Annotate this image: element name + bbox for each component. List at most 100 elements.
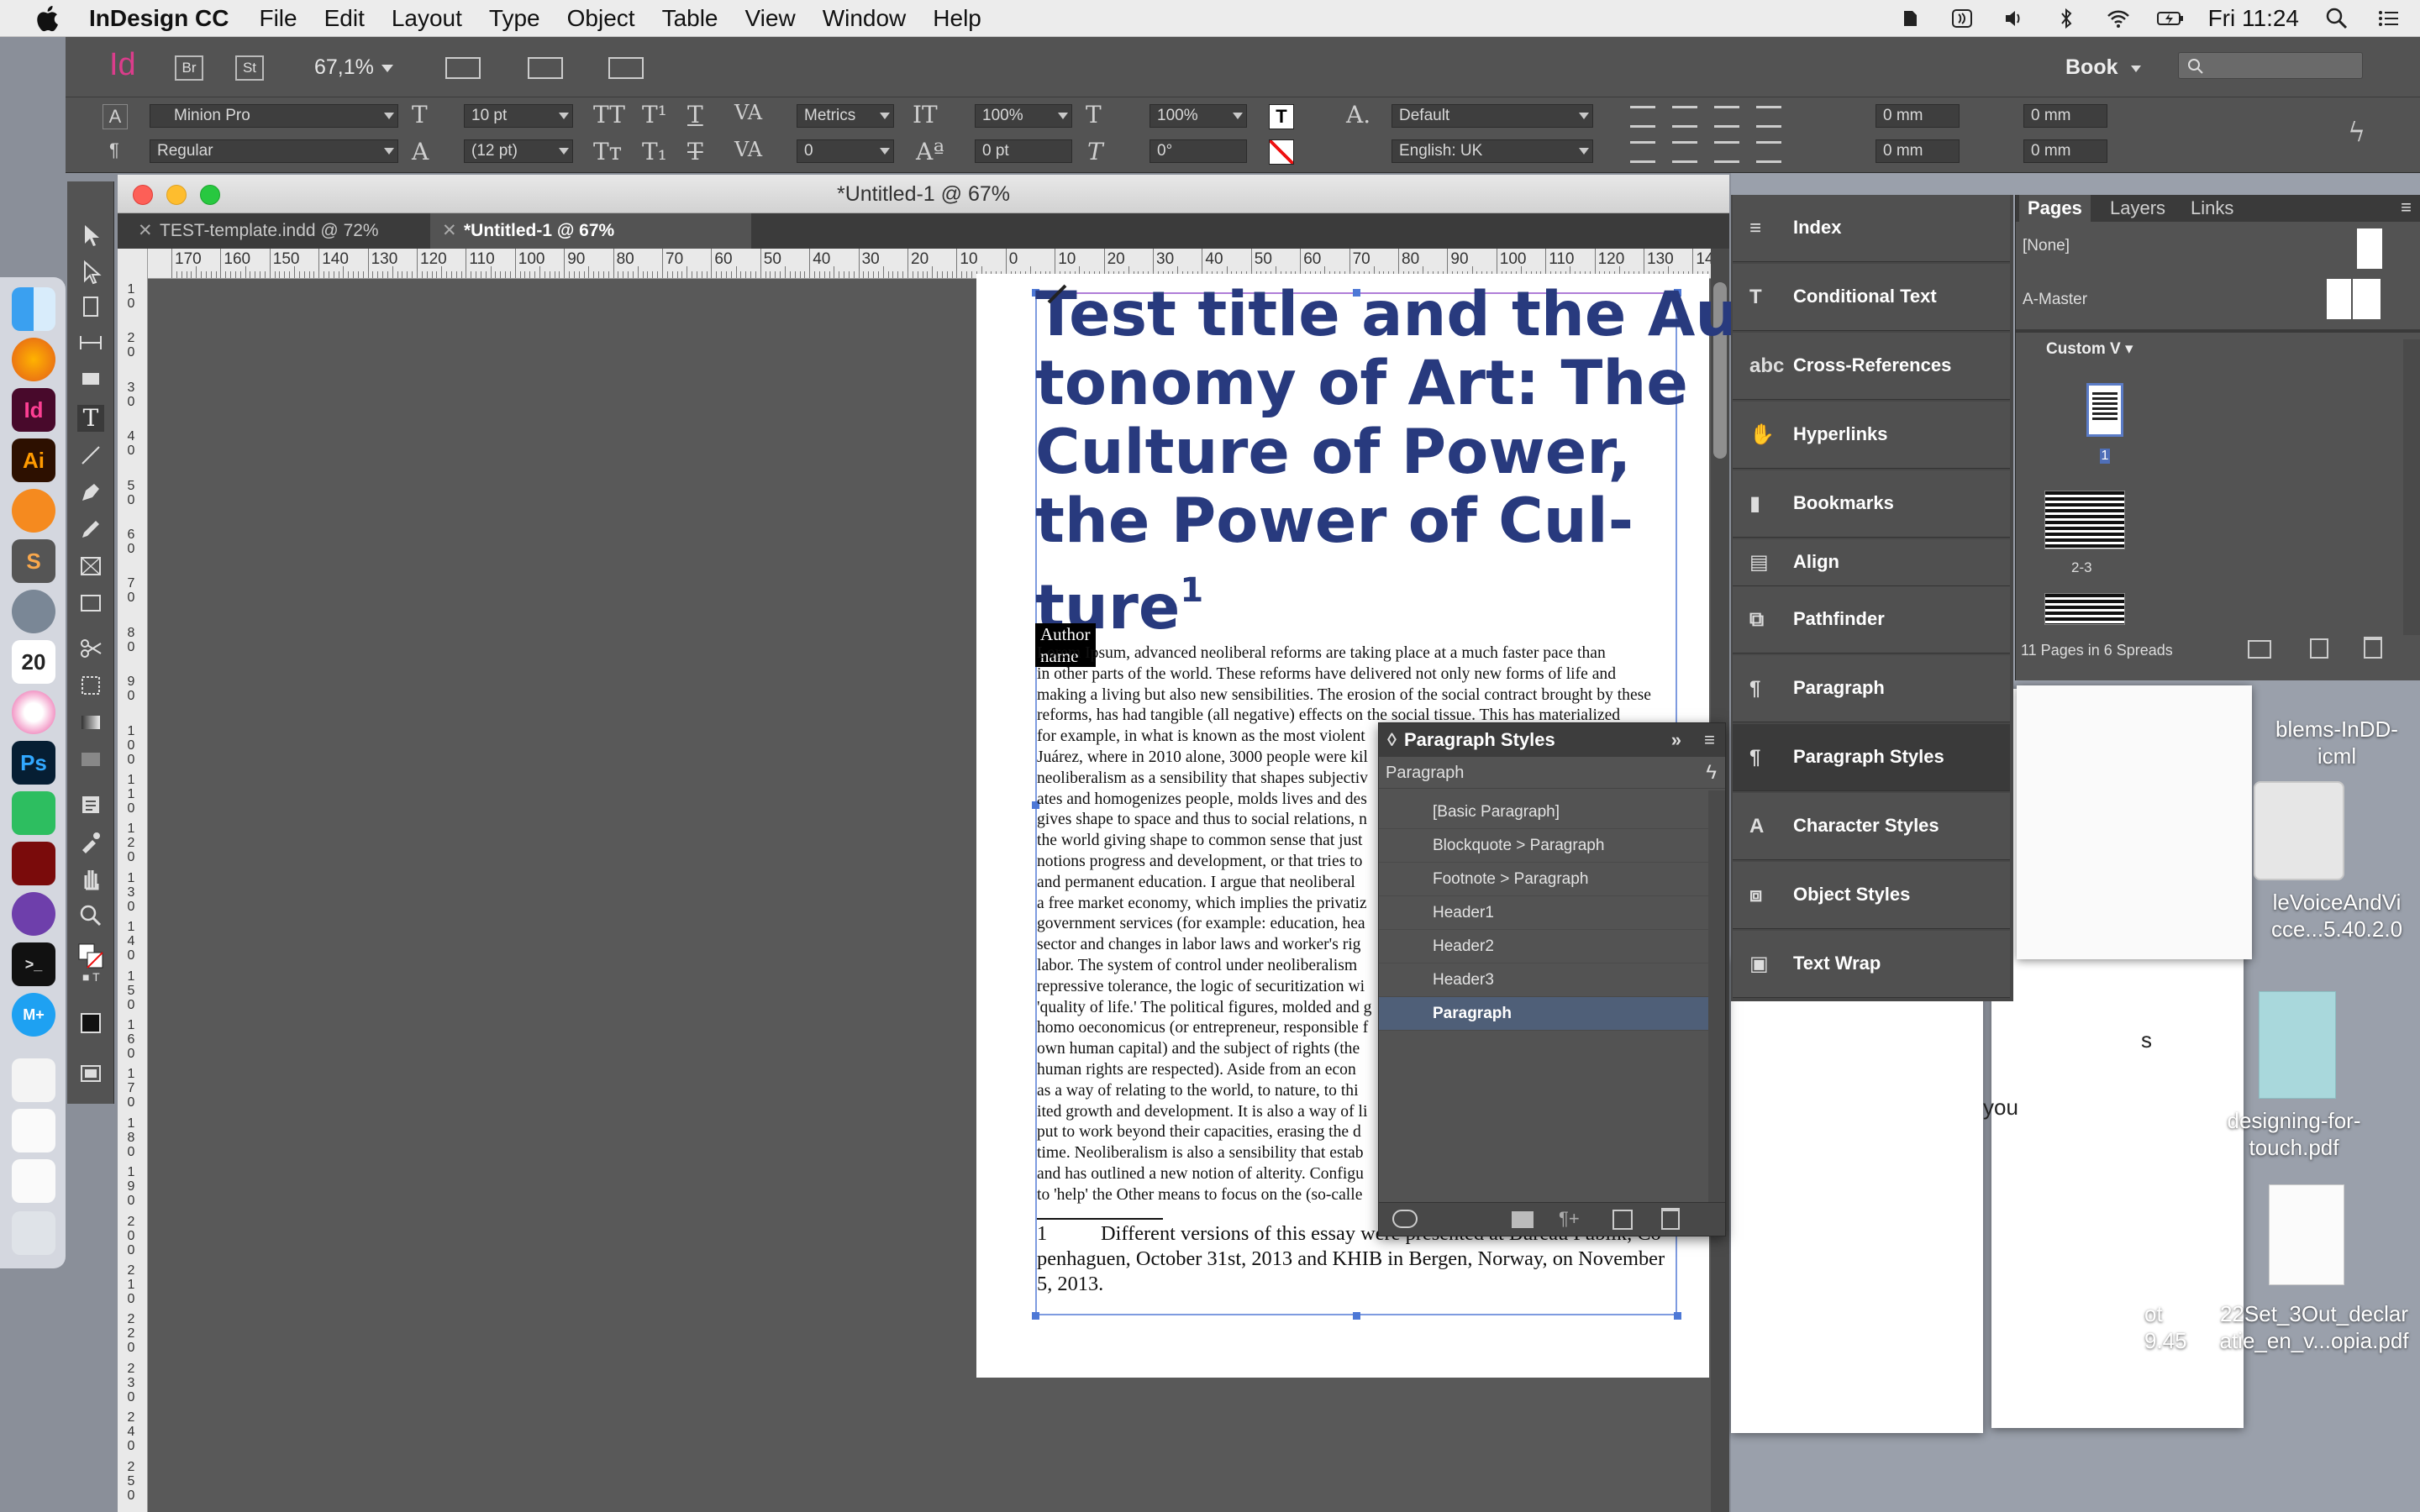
panel-dock-item-align[interactable]: ▤ Align [1733, 539, 2010, 586]
ibooks-icon[interactable] [12, 489, 55, 533]
edit-page-size-icon[interactable] [2248, 640, 2271, 659]
direct-selection-tool-icon[interactable] [77, 259, 104, 286]
screen-mode-icon[interactable] [528, 57, 563, 79]
justify-center-button[interactable] [1672, 141, 1697, 163]
free-transform-tool-icon[interactable] [77, 672, 104, 699]
align-away-spine-button[interactable] [1756, 141, 1781, 163]
trash-icon[interactable] [12, 1211, 55, 1255]
panel-dock-item-text-wrap[interactable]: ▣ Text Wrap [1733, 931, 2010, 998]
stock-button[interactable]: St [235, 55, 264, 81]
itunes-icon[interactable] [12, 690, 55, 734]
menu-view[interactable]: View [745, 5, 796, 32]
panel-dock-item-bookmarks[interactable]: ▮ Bookmarks [1733, 470, 2010, 538]
gap-tool-icon[interactable] [77, 329, 104, 356]
desktop-file-label[interactable]: blems-InDD- icml [2249, 716, 2420, 769]
rectangle-frame-tool-icon[interactable] [77, 553, 104, 580]
style-item[interactable]: Header3 [1379, 963, 1708, 997]
underline-button[interactable]: T [687, 101, 703, 129]
zoom-button[interactable] [200, 185, 220, 205]
spotlight-icon[interactable] [2323, 6, 2351, 31]
view-options-icon[interactable] [445, 57, 481, 79]
audiobook-icon[interactable] [1948, 6, 1976, 31]
chevron-down-icon[interactable] [2131, 66, 2141, 72]
skew-field[interactable]: 0° [1150, 139, 1247, 163]
panel-dock-item-cross-references[interactable]: abc Cross-References [1733, 333, 2010, 400]
paragraph-mode-button[interactable]: ¶ [109, 139, 119, 161]
menu-object[interactable]: Object [567, 5, 635, 32]
github-icon[interactable] [12, 892, 55, 936]
first-line-indent-field[interactable]: 0 mm [1876, 139, 1960, 163]
clear-overrides-icon[interactable]: ¶+ [1559, 1208, 1580, 1230]
zoom-tool-icon[interactable] [77, 902, 104, 929]
volume-icon[interactable] [2000, 6, 2028, 31]
style-item[interactable]: Header1 [1379, 896, 1708, 930]
panel-dock-item-index[interactable]: ≡ Index [1733, 195, 2010, 262]
arrange-documents-icon[interactable] [608, 57, 644, 79]
frame-handle[interactable] [1674, 1312, 1681, 1320]
menu-edit[interactable]: Edit [324, 5, 365, 32]
pencil-tool-icon[interactable] [77, 516, 104, 543]
finder-icon[interactable] [12, 287, 55, 331]
pdf-thumbnail-icon[interactable] [2259, 991, 2336, 1099]
style-item-selected[interactable]: Paragraph [1379, 997, 1708, 1031]
line-tool-icon[interactable] [77, 442, 104, 469]
quick-apply-icon[interactable]: ϟ [2348, 116, 2365, 148]
superscript-button[interactable]: T¹ [642, 101, 667, 129]
tracking-field[interactable]: 0 [797, 139, 894, 163]
delete-style-icon[interactable] [1661, 1208, 1680, 1230]
tab-pages[interactable]: Pages [2019, 195, 2091, 222]
tab-links[interactable]: Links [2191, 195, 2233, 222]
gradient-feather-tool-icon[interactable] [77, 746, 104, 773]
note-tool-icon[interactable] [77, 791, 104, 818]
panel-dock-item-hyperlinks[interactable]: ✋ Hyperlinks [1733, 402, 2010, 469]
align-towards-spine-button[interactable] [1756, 106, 1781, 128]
notification-center-icon[interactable] [2375, 6, 2403, 31]
pdf-thumbnail-icon[interactable] [2269, 1184, 2344, 1285]
a-master-thumb[interactable] [2327, 279, 2382, 319]
document-tab[interactable]: ✕ TEST-template.indd @ 72% [126, 213, 429, 249]
panel-dock-item-character-styles[interactable]: A Character Styles [1733, 793, 2010, 860]
spread-thumbnail[interactable] [2044, 491, 2125, 549]
kerning-field[interactable]: Metrics [797, 104, 894, 128]
language-field[interactable]: English: UK [1392, 139, 1593, 163]
menu-file[interactable]: File [259, 5, 297, 32]
align-right-button[interactable] [1714, 106, 1739, 128]
panel-dock-item-paragraph[interactable]: ¶ Paragraph [1733, 655, 2010, 722]
desktop-file-label[interactable]: leVoiceAndVi cce...5.40.2.0 [2249, 889, 2420, 942]
panel-divider[interactable] [2016, 329, 2420, 333]
apple-menu-icon[interactable] [34, 3, 64, 34]
leading-field[interactable]: (12 pt) [464, 139, 573, 163]
tab-layers[interactable]: Layers [2110, 195, 2165, 222]
menu-type[interactable]: Type [489, 5, 540, 32]
illustrator-icon[interactable]: Ai [12, 438, 55, 482]
document-icon[interactable] [12, 1058, 55, 1102]
frame-handle[interactable] [1032, 1312, 1039, 1320]
document-icon[interactable] [12, 1159, 55, 1203]
character-mode-button[interactable]: A [103, 104, 128, 129]
subscript-button[interactable]: T₁ [642, 138, 667, 165]
indesign-icon[interactable]: Id [12, 388, 55, 432]
desktop-file-icon[interactable] [2254, 781, 2344, 880]
style-item[interactable]: Blockquote > Paragraph [1379, 829, 1708, 863]
none-master-thumb[interactable] [2357, 228, 2382, 269]
new-group-icon[interactable] [1512, 1211, 1534, 1228]
document-title[interactable]: Test title and the Au- tonomy of Art: Th… [1035, 281, 1765, 643]
font-size-field[interactable]: 10 pt [464, 104, 573, 128]
vertical-ruler[interactable]: 1 0 2 0 3 0 4 0 5 0 6 0 7 0 8 0 9 0 1 0 0 1 1 0 1 2… [118, 249, 148, 1512]
cc-libraries-icon[interactable] [1392, 1210, 1418, 1228]
horizontal-scale-field[interactable]: 100% [1150, 104, 1247, 128]
baseline-shift-field[interactable]: 0 pt [975, 139, 1072, 163]
panel-dock-item-paragraph-styles[interactable]: ¶ Paragraph Styles [1733, 724, 2010, 791]
close-button[interactable] [133, 185, 153, 205]
acrobat-icon[interactable] [12, 842, 55, 885]
new-page-icon[interactable] [2310, 638, 2328, 659]
document-tab-active[interactable]: ✕ *Untitled-1 @ 67% [430, 213, 751, 249]
left-indent-field[interactable]: 0 mm [1876, 104, 1960, 128]
apply-color-icon[interactable] [77, 1010, 104, 1037]
panel-menu-icon[interactable]: ≡ [1704, 723, 1715, 757]
clock[interactable]: Fri 11:24 [2208, 5, 2299, 32]
character-style-field[interactable]: Default [1392, 104, 1593, 128]
a-master-row[interactable]: A-Master [2023, 291, 2087, 309]
chevron-down-icon[interactable] [381, 65, 393, 72]
panel-dock-item-conditional-text[interactable]: T Conditional Text [1733, 264, 2010, 331]
